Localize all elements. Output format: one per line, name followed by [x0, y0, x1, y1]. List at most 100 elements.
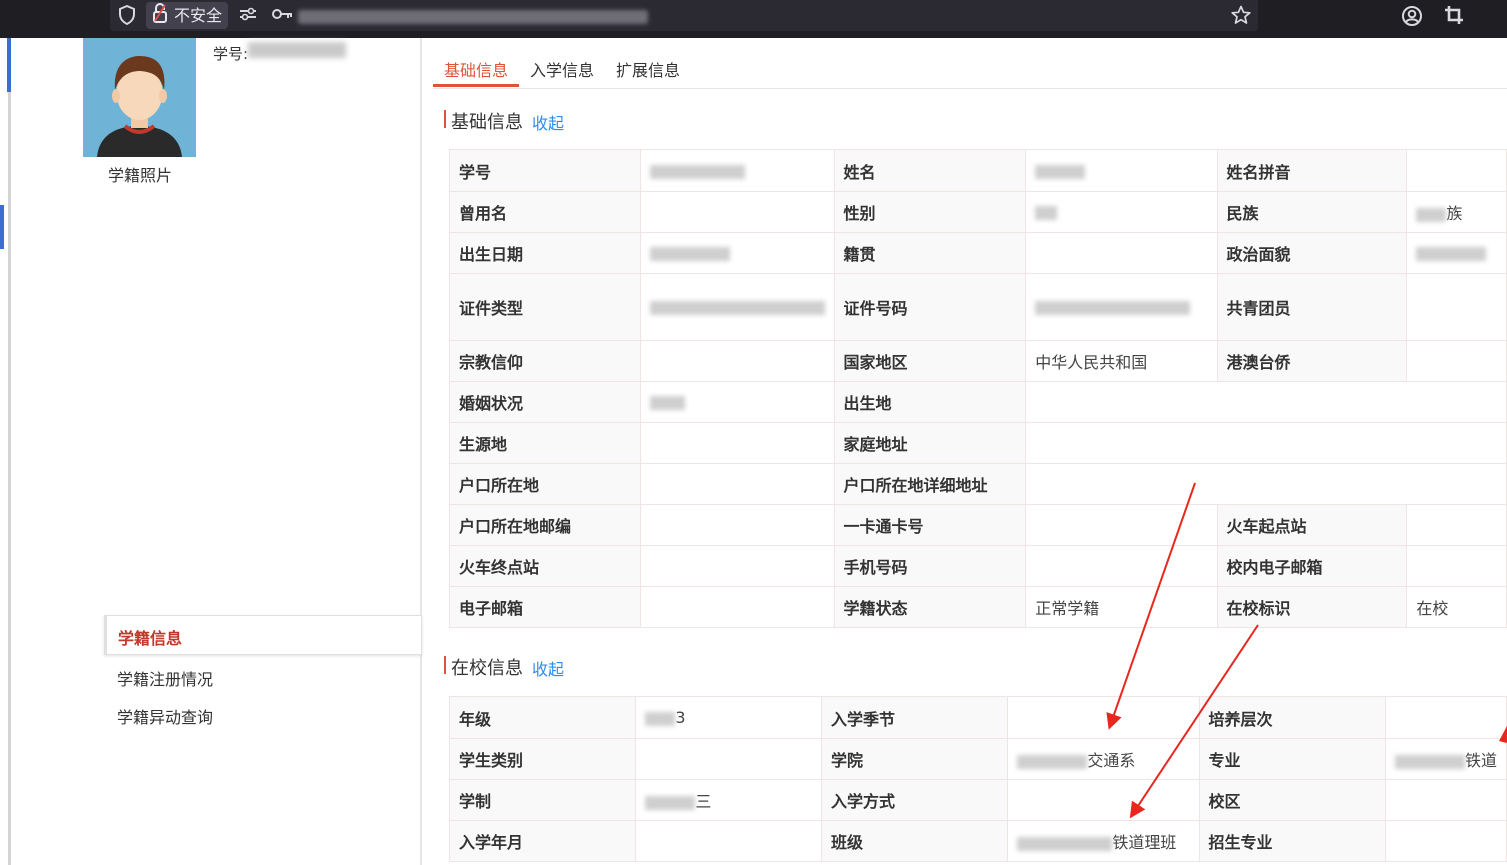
- panel-divider: [420, 38, 422, 865]
- field-label: 籍贯: [833, 232, 1027, 274]
- field-value: 中华人民共和国: [1025, 340, 1218, 382]
- table-row: 生源地 家庭地址: [449, 422, 1507, 464]
- field-label: 出生日期: [449, 232, 641, 274]
- field-value: [639, 545, 835, 587]
- school-info-table: 年级 3 入学季节 培养层次 学生类别 学院 交通系 专业 铁道 学制 三 入学方式 校区 入学年月 班级 铁…: [448, 696, 1507, 862]
- field-label: 姓名拼音: [1216, 149, 1408, 192]
- field-label: 一卡通卡号: [833, 504, 1027, 546]
- table-row: 婚姻状况 出生地: [449, 381, 1507, 423]
- tab-basic-info[interactable]: 基础信息: [444, 57, 508, 81]
- field-value: [1406, 545, 1507, 587]
- field-label: 家庭地址: [833, 422, 1027, 464]
- field-label: 电子邮箱: [449, 586, 641, 628]
- table-row: 入学年月 班级 铁道理班 招生专业: [448, 820, 1507, 862]
- field-label: 培养层次: [1198, 696, 1386, 739]
- url-text-redacted[interactable]: [298, 10, 648, 24]
- field-value: [1025, 273, 1218, 341]
- table-row: 户口所在地邮编 一卡通卡号 火车起点站: [449, 504, 1507, 546]
- field-label: 校区: [1198, 779, 1386, 821]
- field-value: [1025, 422, 1507, 464]
- section-accent-bar: [444, 656, 446, 674]
- field-label: 共青团员: [1216, 273, 1408, 341]
- page-edge: [8, 38, 11, 865]
- field-label: 政治面貌: [1216, 232, 1408, 274]
- field-label: 在校标识: [1216, 586, 1408, 628]
- lock-warning-icon: [152, 2, 168, 33]
- field-label: 户口所在地详细地址: [833, 463, 1027, 505]
- table-row: 学生类别 学院 交通系 专业 铁道: [448, 738, 1507, 780]
- field-label: 出生地: [833, 381, 1027, 423]
- field-label: 生源地: [449, 422, 641, 464]
- field-label: 姓名: [833, 149, 1027, 192]
- shield-icon[interactable]: [116, 4, 138, 27]
- crop-icon[interactable]: [1443, 5, 1465, 27]
- side-menu-item-status-change[interactable]: 学籍异动查询: [117, 704, 213, 728]
- student-photo: [83, 38, 196, 157]
- table-row: 电子邮箱 学籍状态 正常学籍 在校标识 在校: [449, 586, 1507, 628]
- field-label: 户口所在地: [449, 463, 641, 505]
- field-value-text: 交通系: [1087, 751, 1136, 770]
- field-value: [639, 340, 835, 382]
- key-icon[interactable]: [272, 5, 294, 27]
- field-value-text: 正常学籍: [1035, 599, 1100, 618]
- side-menu-item-registration[interactable]: 学籍注册情况: [117, 666, 213, 690]
- field-label: 年级: [448, 696, 637, 739]
- collapse-link[interactable]: 收起: [532, 110, 564, 134]
- insecure-label: 不安全: [174, 6, 223, 25]
- redacted-value: [649, 396, 685, 410]
- redacted-value: [1035, 301, 1191, 315]
- side-menu-item-xueji-info[interactable]: 学籍信息: [104, 615, 422, 655]
- field-label: 手机号码: [833, 545, 1027, 587]
- field-label: 婚姻状况: [449, 381, 641, 423]
- basic-info-table: 学号 姓名 姓名拼音 曾用名 性别 民族 族出生日期 籍贯 政治面貌 证件类型 证件号码 共青团员 宗教…: [449, 149, 1507, 628]
- field-value: [1025, 191, 1218, 233]
- field-label: 专业: [1198, 738, 1386, 780]
- field-value: [1025, 381, 1507, 423]
- field-label: 港澳台侨: [1216, 340, 1408, 382]
- field-value: [1025, 232, 1218, 274]
- student-id-redacted: [248, 42, 346, 58]
- tab-enrollment-info[interactable]: 入学信息: [530, 57, 594, 81]
- redacted-value: [1416, 207, 1447, 222]
- field-value: [639, 463, 835, 505]
- field-value: [1406, 149, 1507, 192]
- field-label: 户口所在地邮编: [449, 504, 641, 546]
- field-value: 正常学籍: [1025, 586, 1218, 628]
- field-label: 入学年月: [448, 820, 637, 862]
- field-label: 曾用名: [449, 191, 641, 233]
- field-value: [1406, 340, 1507, 382]
- field-value: [1007, 779, 1200, 821]
- field-value: [635, 820, 822, 862]
- field-value: [1384, 820, 1507, 862]
- permissions-icon[interactable]: [237, 5, 259, 27]
- field-label: 入学方式: [820, 779, 1009, 821]
- table-row: 学号 姓名 姓名拼音: [449, 149, 1507, 192]
- field-value-text: 铁道: [1464, 751, 1497, 770]
- section-accent-bar: [444, 110, 446, 128]
- student-sidebar: [0, 38, 420, 865]
- field-label: 宗教信仰: [449, 340, 641, 382]
- redacted-value: [645, 795, 696, 810]
- table-row: 年级 3 入学季节 培养层次: [448, 696, 1507, 739]
- field-label: 入学季节: [820, 696, 1009, 739]
- field-value: [1406, 273, 1507, 341]
- redacted-value: [1017, 836, 1113, 851]
- redacted-value: [1416, 247, 1487, 261]
- field-value: [1406, 232, 1507, 274]
- redacted-value: [1035, 164, 1086, 179]
- field-value: [639, 273, 835, 341]
- field-value: 铁道理班: [1007, 820, 1200, 862]
- star-icon[interactable]: [1230, 5, 1252, 27]
- side-menu-label: 学籍信息: [118, 629, 183, 648]
- address-bar[interactable]: 不安全: [110, 0, 1258, 31]
- tab-extended-info[interactable]: 扩展信息: [616, 57, 680, 81]
- collapse-link[interactable]: 收起: [532, 656, 564, 680]
- field-label: 火车终点站: [449, 545, 641, 587]
- field-value: [1025, 149, 1218, 192]
- connection-not-secure-button[interactable]: 不安全: [146, 2, 228, 29]
- field-value: 3: [635, 696, 822, 739]
- account-icon[interactable]: [1401, 5, 1423, 27]
- field-value: [1025, 504, 1218, 546]
- field-label: 证件类型: [449, 273, 641, 341]
- field-value: 族: [1406, 191, 1507, 233]
